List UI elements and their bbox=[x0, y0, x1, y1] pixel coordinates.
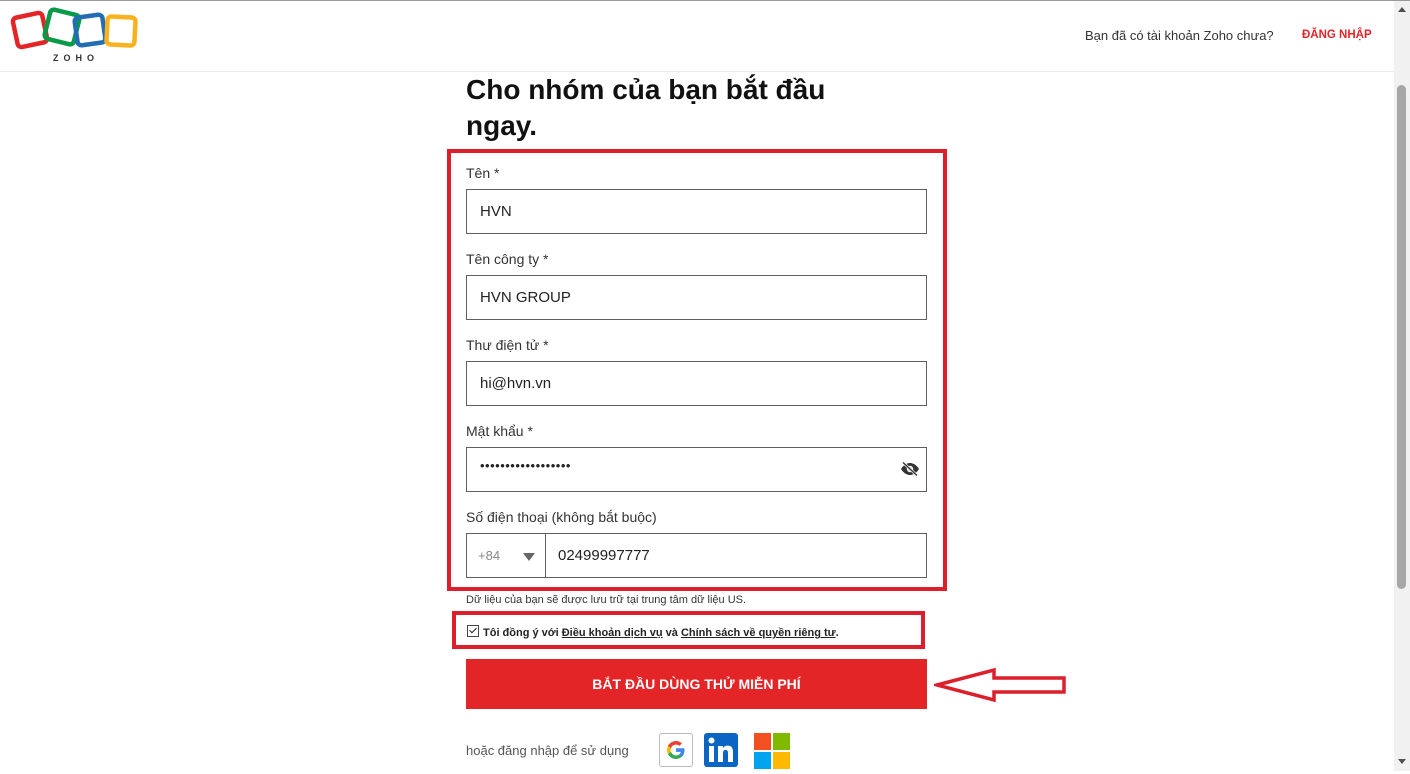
checkbox-checked-icon[interactable] bbox=[467, 625, 479, 637]
has-account-text: Bạn đã có tài khoản Zoho chưa? bbox=[1085, 28, 1274, 43]
data-center-note: Dữ liệu của bạn sẽ được lưu trữ tại trun… bbox=[466, 594, 747, 606]
scroll-down-icon[interactable] bbox=[1398, 759, 1406, 764]
consent-suffix: . bbox=[835, 627, 839, 639]
scroll-thumb[interactable] bbox=[1397, 85, 1406, 589]
form-fields-highlight bbox=[447, 149, 947, 591]
consent-middle: và bbox=[665, 627, 678, 639]
privacy-link[interactable]: Chính sách về quyền riêng tư bbox=[681, 627, 836, 639]
scroll-up-icon[interactable] bbox=[1398, 7, 1406, 12]
google-login-button[interactable] bbox=[659, 733, 693, 767]
linkedin-login-button[interactable] bbox=[704, 733, 740, 769]
linkedin-icon bbox=[704, 733, 738, 767]
consent-row: Tôi đồng ý với Điều khoản dịch vụ và Chí… bbox=[467, 625, 839, 639]
vertical-scrollbar[interactable] bbox=[1394, 1, 1410, 771]
site-header: ZOHO Bạn đã có tài khoản Zoho chưa? ĐĂNG… bbox=[0, 1, 1394, 72]
login-link[interactable]: ĐĂNG NHẬP bbox=[1302, 29, 1372, 41]
page-title: Cho nhóm của bạn bắt đầu ngay. bbox=[466, 74, 826, 141]
alt-login-text: hoặc đăng nhập để sử dụng bbox=[466, 743, 629, 758]
zoho-logo-squares bbox=[10, 7, 138, 50]
microsoft-login-button[interactable] bbox=[754, 733, 790, 769]
arrow-left-annotation bbox=[934, 667, 1066, 703]
google-icon bbox=[667, 741, 685, 759]
terms-link[interactable]: Điều khoản dịch vụ bbox=[562, 627, 663, 639]
microsoft-icon bbox=[754, 733, 790, 769]
zoho-logo[interactable]: ZOHO bbox=[10, 7, 142, 65]
logo-wordmark: ZOHO bbox=[53, 53, 99, 63]
consent-prefix: Tôi đồng ý với bbox=[483, 627, 559, 639]
start-free-trial-button[interactable]: BẮT ĐẦU DÙNG THỬ MIỄN PHÍ bbox=[466, 659, 927, 709]
